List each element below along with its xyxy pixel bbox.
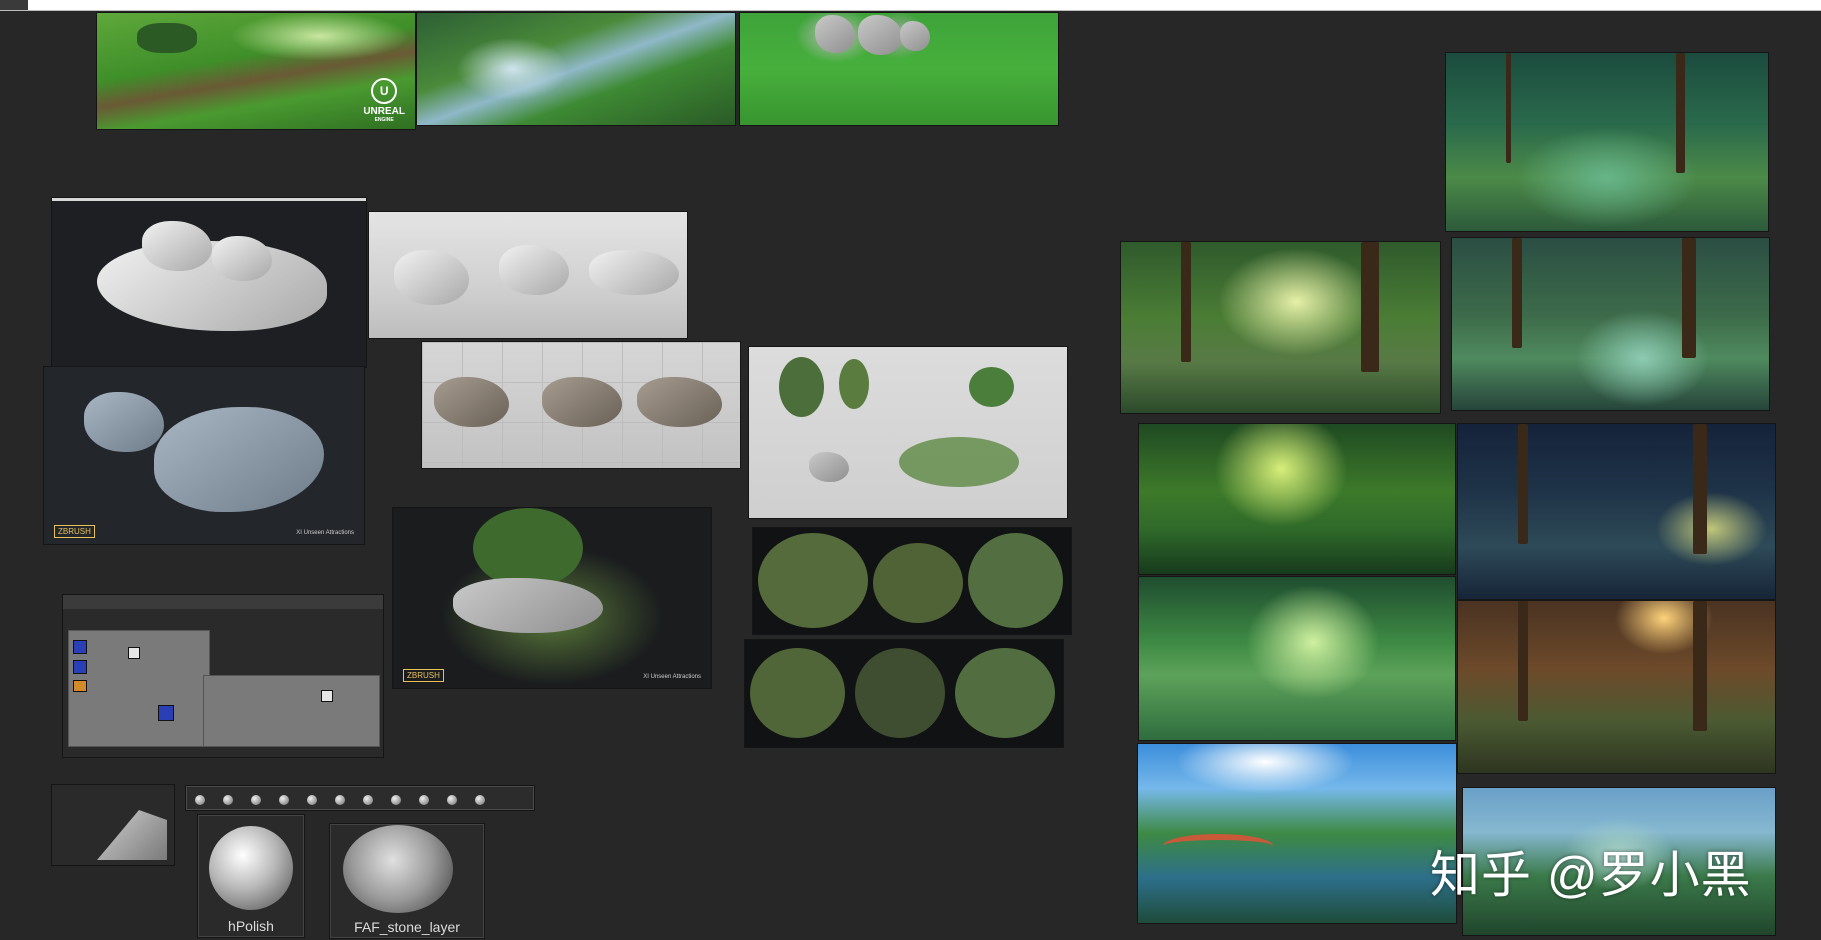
rock-shape: [809, 452, 849, 482]
tree-trunk: [1676, 53, 1685, 173]
top-bar: [0, 0, 1821, 11]
rock-shape: [453, 578, 603, 633]
rock-shape: [589, 250, 679, 295]
rock-shape: [858, 15, 902, 55]
unreal-logo-subtext: ENGINE: [374, 117, 394, 123]
rock-shape: [900, 21, 930, 51]
ref-image-forest-stream-teal[interactable]: [1446, 53, 1768, 231]
constant-node[interactable]: [321, 690, 333, 702]
ref-image-foliage-kit-trees[interactable]: [749, 347, 1067, 518]
tree-trunk: [1181, 242, 1191, 362]
ref-image-foliage-ferns-ivy[interactable]: [753, 528, 1071, 634]
rock-shape: [84, 392, 164, 452]
rock-shape: [394, 250, 469, 305]
matcap-ball[interactable]: [391, 795, 401, 805]
unreal-logo-text: UNREAL: [363, 106, 405, 117]
zbrush-credit: XI Unseen Attractions: [643, 674, 701, 680]
tree-trunk: [1506, 53, 1511, 163]
material-palette-strip[interactable]: [186, 786, 534, 810]
flower-shape: [955, 648, 1055, 738]
matcap-ball[interactable]: [279, 795, 289, 805]
editor-toolbar: [63, 595, 383, 609]
zbrush-badge: ZBRUSH: [403, 669, 444, 682]
zbrush-badge: ZBRUSH: [54, 525, 95, 538]
sprig-shape: [750, 648, 845, 738]
tree-shape: [969, 367, 1014, 407]
matcap-ball[interactable]: [195, 795, 205, 805]
node-group-panel: [203, 675, 380, 747]
ref-image-rock-studio-light[interactable]: [369, 212, 687, 338]
tree-shape: [779, 357, 824, 417]
constant-node[interactable]: [128, 647, 140, 659]
plant-shape: [899, 437, 1019, 487]
bush-shape: [137, 23, 197, 53]
ref-image-rock-studio-grid[interactable]: [422, 342, 740, 468]
tree-trunk: [1518, 424, 1528, 544]
tree-canopy-shape: [473, 508, 583, 588]
sculpt-preview: [97, 810, 167, 860]
ref-image-stylized-waterfall-valley[interactable]: [417, 13, 735, 125]
rock-shape: [542, 377, 622, 427]
rock-shape: [499, 245, 569, 295]
param-node[interactable]: [73, 680, 87, 692]
rock-shape: [815, 15, 855, 53]
ref-image-forest-ruins-arch[interactable]: [1139, 577, 1455, 740]
ref-image-stylized-meadow-path[interactable]: U UNREAL ENGINE: [97, 13, 415, 129]
texture-node[interactable]: [158, 705, 174, 721]
rock-shape: [637, 377, 722, 427]
ref-image-zbrush-rock-cluster[interactable]: [52, 198, 366, 367]
rock-shape: [154, 407, 324, 512]
matcap-ball[interactable]: [335, 795, 345, 805]
ref-image-material-node-graph[interactable]: [63, 595, 383, 757]
matcap-ball[interactable]: [447, 795, 457, 805]
tree-trunk: [1361, 242, 1379, 372]
matcap-preview: [209, 826, 293, 910]
grass-shape: [873, 543, 963, 623]
ref-image-anime-bridge-park[interactable]: [1138, 744, 1456, 923]
material-label: FAF_stone_layer: [354, 919, 460, 935]
ref-image-zbrush-stone-pond[interactable]: ZBRUSH XI Unseen Attractions: [44, 367, 364, 544]
ref-image-forest-sunlit[interactable]: [1121, 242, 1440, 413]
ref-image-forest-pond[interactable]: [1452, 238, 1769, 410]
unreal-logo: U UNREAL ENGINE: [363, 78, 405, 123]
rock-shape: [212, 236, 272, 281]
ref-image-zbrush-viewport-thumb[interactable]: [52, 785, 174, 865]
tree-shape: [839, 359, 869, 409]
material-label: hPolish: [228, 918, 274, 934]
matcap-ball[interactable]: [419, 795, 429, 805]
matcap-ball[interactable]: [363, 795, 373, 805]
rock-shape: [434, 377, 509, 427]
unreal-u-icon: U: [371, 78, 398, 104]
material-tile-hpolish[interactable]: hPolish: [198, 815, 304, 937]
tree-trunk: [1512, 238, 1522, 348]
matcap-ball[interactable]: [251, 795, 261, 805]
texture-node[interactable]: [73, 640, 87, 654]
matcap-ball[interactable]: [307, 795, 317, 805]
tree-trunk: [1518, 601, 1528, 721]
fern-shape: [758, 533, 868, 628]
rock-shape: [142, 221, 212, 271]
sprig-shape: [855, 648, 945, 738]
ref-image-forest-sunset[interactable]: [1458, 601, 1775, 773]
tree-trunk: [1682, 238, 1696, 358]
material-tile-faf-stone-layer[interactable]: FAF_stone_layer: [330, 824, 484, 938]
zbrush-credit: XI Unseen Attractions: [296, 530, 354, 536]
watermark-text: 知乎 @罗小黑: [1430, 847, 1752, 903]
matcap-preview: [343, 825, 453, 913]
top-bar-notch: [0, 0, 28, 10]
texture-node[interactable]: [73, 660, 87, 674]
bridge-shape: [1163, 834, 1273, 858]
ref-image-zbrush-diorama[interactable]: ZBRUSH XI Unseen Attractions: [393, 508, 711, 688]
tree-trunk: [1693, 601, 1707, 731]
ref-image-forest-night[interactable]: [1458, 424, 1775, 599]
tree-trunk: [1693, 424, 1707, 554]
ref-image-foliage-leaf-sprigs[interactable]: [745, 640, 1063, 747]
matcap-ball[interactable]: [475, 795, 485, 805]
matcap-ball[interactable]: [223, 795, 233, 805]
ivy-shape: [968, 533, 1063, 628]
ref-image-forest-ruins-bright[interactable]: [1139, 424, 1455, 574]
ref-image-stylized-rocks-on-grass[interactable]: [740, 13, 1058, 125]
